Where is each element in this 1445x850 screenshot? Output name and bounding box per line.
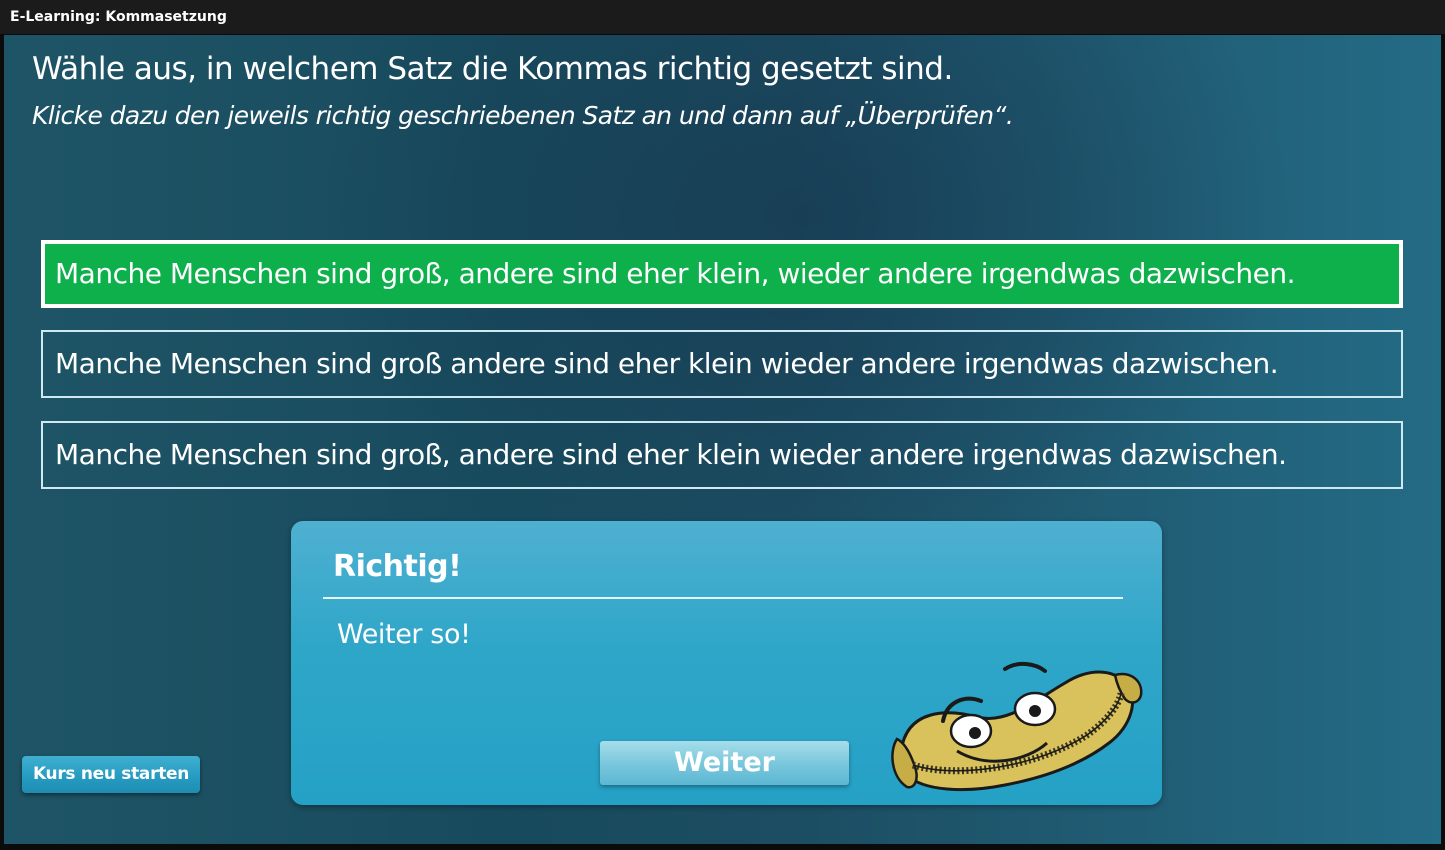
feedback-panel: Richtig! Weiter so! Weiter	[291, 521, 1162, 805]
feedback-message: Weiter so!	[337, 619, 471, 650]
course-stage: Wähle aus, in welchem Satz die Kommas ri…	[4, 35, 1441, 844]
continue-button[interactable]: Weiter	[600, 741, 849, 785]
answer-option-2[interactable]: Manche Menschen sind groß andere sind eh…	[41, 330, 1403, 398]
restart-course-button[interactable]: Kurs neu starten	[22, 756, 200, 793]
answer-option-3[interactable]: Manche Menschen sind groß, andere sind e…	[41, 421, 1403, 489]
feedback-title: Richtig!	[333, 549, 462, 584]
zipper-mascot-icon	[891, 662, 1143, 792]
window-title: E-Learning: Kommasetzung	[0, 0, 1445, 34]
question-heading: Wähle aus, in welchem Satz die Kommas ri…	[32, 51, 953, 87]
question-hint: Klicke dazu den jeweils richtig geschrie…	[32, 101, 1014, 130]
answer-option-1[interactable]: Manche Menschen sind groß, andere sind e…	[41, 240, 1403, 308]
feedback-divider	[323, 597, 1123, 599]
